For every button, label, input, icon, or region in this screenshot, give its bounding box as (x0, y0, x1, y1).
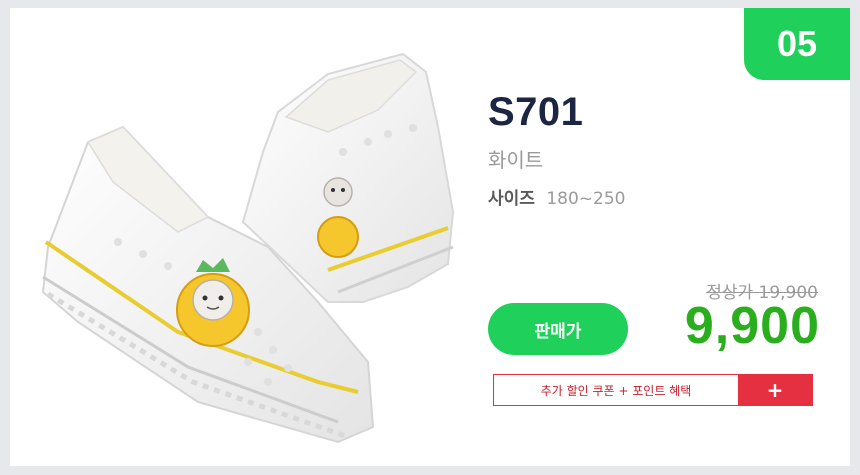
size-range: 180~250 (546, 189, 626, 209)
sale-price-button[interactable]: 판매가 (488, 303, 628, 355)
product-card: 05 S701 화이트 사이즈 180~250 정상가 19,900 판매가 9… (10, 8, 850, 466)
plus-icon[interactable]: + (738, 375, 812, 405)
coupon-label: 추가 할인 쿠폰 + 포인트 혜택 (540, 383, 692, 398)
shoe-image (41, 52, 455, 444)
size-label: 사이즈 (488, 189, 535, 209)
size-row: 사이즈 180~250 (488, 184, 625, 209)
product-color: 화이트 (488, 148, 544, 172)
sale-price: 9,900 (684, 297, 820, 355)
number-badge: 05 (744, 8, 850, 80)
coupon-benefit-button[interactable]: 추가 할인 쿠폰 + 포인트 혜택 + (493, 374, 813, 406)
product-name: S701 (488, 90, 584, 134)
